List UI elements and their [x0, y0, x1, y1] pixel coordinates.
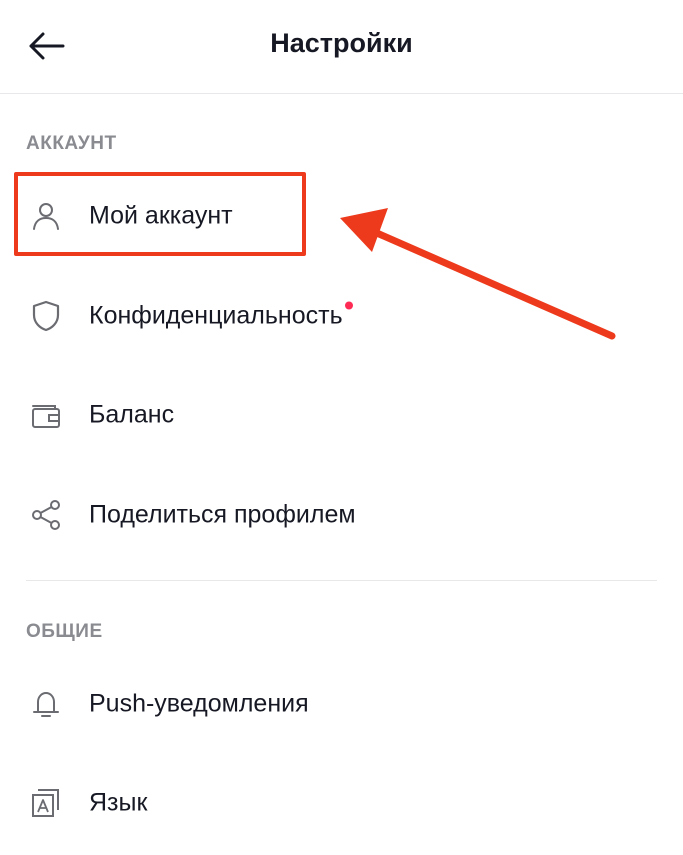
wallet-icon	[28, 397, 64, 433]
settings-item-balance[interactable]: Баланс	[0, 380, 683, 450]
header: Настройки	[0, 0, 683, 94]
section-label-general: ОБЩИЕ	[26, 621, 103, 642]
settings-item-my-account[interactable]: Мой аккаунт	[0, 181, 683, 251]
settings-item-privacy[interactable]: Конфиденциальность	[0, 281, 683, 351]
bell-icon	[28, 686, 64, 722]
settings-item-label: Push-уведомления	[89, 689, 309, 718]
settings-item-label: Язык	[89, 788, 148, 817]
page-title: Настройки	[270, 28, 413, 58]
settings-item-push-notifications[interactable]: Push-уведомления	[0, 669, 683, 739]
settings-item-label: Конфиденциальность	[89, 301, 353, 331]
language-icon	[28, 785, 64, 821]
settings-item-language[interactable]: Язык	[0, 768, 683, 838]
settings-item-label: Поделиться профилем	[89, 500, 356, 529]
settings-item-share-profile[interactable]: Поделиться профилем	[0, 480, 683, 550]
shield-icon	[28, 298, 64, 334]
section-divider	[26, 580, 657, 581]
person-icon	[28, 198, 64, 234]
section-label-account: АККАУНТ	[26, 133, 117, 154]
settings-item-label: Мой аккаунт	[89, 201, 233, 230]
settings-screen: Настройки АККАУНТ Мой аккаунт Конфиденци…	[0, 0, 683, 855]
share-icon	[28, 497, 64, 533]
notification-dot	[344, 301, 353, 310]
settings-item-label: Баланс	[89, 400, 175, 429]
settings-item-label-text: Конфиденциальность	[89, 301, 343, 330]
